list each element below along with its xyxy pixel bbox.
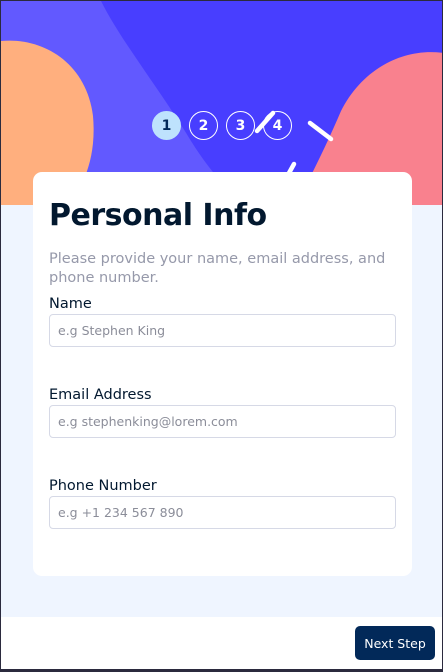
footer-bar: Next Step [1,617,442,669]
name-field-group: Name [49,295,396,347]
next-step-button[interactable]: Next Step [355,626,435,660]
form-card: Personal Info Please provide your name, … [33,172,412,576]
name-input[interactable] [49,314,396,347]
step-indicator: 1 2 3 4 [152,111,292,140]
step-2[interactable]: 2 [189,111,218,140]
phone-field-group: Phone Number [49,477,396,529]
email-field-group: Email Address [49,386,396,438]
email-input[interactable] [49,405,396,438]
phone-label: Phone Number [49,478,157,494]
app-frame: 1 2 3 4 Personal Info Please provide you… [0,0,443,672]
phone-input[interactable] [49,496,396,529]
step-3[interactable]: 3 [226,111,255,140]
page-subtitle: Please provide your name, email address,… [49,251,386,286]
step-4[interactable]: 4 [263,111,292,140]
page-title: Personal Info [49,198,267,233]
step-1[interactable]: 1 [152,111,181,140]
name-label: Name [49,296,92,312]
email-label: Email Address [49,387,152,403]
